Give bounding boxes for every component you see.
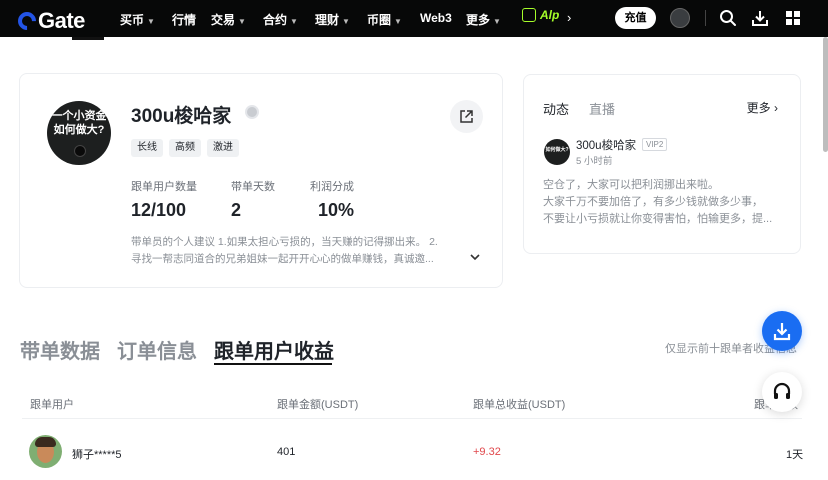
search-icon[interactable] [719,9,737,27]
nav-item-label: 交易 [211,13,236,27]
follow-profit: +9.32 [473,446,501,458]
bio-line: 寻找一帮志同道合的兄弟姐妹一起开开心心的做单赚钱，真诚邀... [131,253,434,265]
nav-item-more[interactable]: 更多 ▼ [466,11,501,28]
caret-down-icon: ▼ [394,17,402,26]
gate-logo-icon [14,8,40,34]
logo-text: Gate [38,8,85,33]
ai-label: Alp [540,8,560,22]
more-label: 更多 [746,101,771,115]
tag: 长线 [131,139,163,157]
download-icon[interactable] [751,9,769,27]
nav-item-label: 行情 [172,13,197,27]
post-content[interactable]: 空仓了，大家可以把利润挪出来啦。 大家千万不要加倍了，有多少钱就做多少事， 不要… [543,177,788,228]
grid-apps-icon[interactable] [784,9,802,27]
post-avatar-text: 如何做大? [545,147,569,153]
trader-bio: 带单员的个人建议 1.如果太担心亏损的，当天赚的记得挪出来。 2. 寻找一帮志同… [131,234,476,268]
post-line: 不要让小亏损就让你变得害怕，怕输更多，提... [543,213,773,225]
nav-item-label: 买币 [120,13,145,27]
stat-value-profit-share: 10% [318,200,355,220]
nav-item-earn[interactable]: 理财 ▼ [315,11,350,28]
nav-item-label: 币圈 [367,13,392,27]
activity-feed-card: 动态 直播 更多 › 如何做大? 300u梭哈家 VIP2 5 小时前 空仓了，… [523,74,801,254]
tag: 高频 [169,139,201,157]
tag: 激进 [207,139,239,157]
top-navigation-bar: Gate 买币 ▼ 行情 交易 ▼ 合约 ▼ 理财 ▼ 币圈 ▼ Web3 更多 ▼ Alp… [0,0,828,37]
nav-item-community[interactable]: 币圈 ▼ [367,11,402,28]
nav-item-label: Web3 [420,11,452,25]
chevron-right-icon[interactable]: › [567,10,571,25]
nav-item-trade[interactable]: 交易 ▼ [211,11,246,28]
caret-down-icon: ▼ [147,17,155,26]
active-tab-indicator [72,37,104,40]
tab-follower-earnings[interactable]: 跟单用户收益 [214,335,334,364]
follower-avatar [29,435,62,468]
user-avatar[interactable] [670,8,690,28]
medal-icon [245,105,259,119]
scrollbar-thumb[interactable] [823,37,828,152]
nav-divider [705,10,706,26]
avatar-figure [74,145,86,157]
avatar-hair [35,437,56,447]
stat-value-days: 2 [231,200,242,220]
page-scrollbar[interactable] [822,37,828,157]
trader-avatar-text: 一个小资金 如何做大? [51,110,107,136]
nav-item-label: 合约 [263,13,288,27]
post-timestamp: 5 小时前 [576,156,613,167]
caret-down-icon: ▼ [493,17,501,26]
caret-down-icon: ▼ [290,17,298,26]
nav-item-buy-crypto[interactable]: 买币 ▼ [120,11,155,28]
tab-activity[interactable]: 动态 [543,99,569,118]
stat-label-profit-share: 利润分成 [310,181,354,193]
follow-amount: 401 [277,446,296,458]
trader-name: 300u梭哈家 [131,106,232,127]
ai-icon [522,8,536,22]
tab-trading-data[interactable]: 带单数据 [20,335,100,364]
active-tab-underline [214,363,332,365]
nav-item-markets[interactable]: 行情 [172,11,196,28]
gate-logo[interactable]: Gate [14,8,85,34]
external-link-icon [460,110,473,123]
trader-avatar: 一个小资金 如何做大? [47,101,111,165]
column-header-user: 跟单用户 [30,399,74,411]
follower-name: 狮子*****5 [72,449,122,461]
headset-icon [773,382,791,399]
column-header-amount: 跟单金额(USDT) [277,399,359,411]
post-author-name[interactable]: 300u梭哈家 [576,137,636,153]
nav-item-label: 理财 [315,13,340,27]
caret-down-icon: ▼ [238,17,246,26]
column-header-profit: 跟单总收益(USDT) [473,399,566,411]
more-link[interactable]: 更多 › [747,99,778,116]
stat-value-followers: 12/100 [131,200,187,220]
ai-feature-link[interactable]: Alp [522,8,559,22]
customer-support-button[interactable] [762,372,802,412]
caret-down-icon: ▼ [342,17,350,26]
follow-days: 1天 [786,449,804,461]
share-button[interactable] [450,100,483,133]
chevron-right-icon: › [774,101,778,115]
post-author-avatar[interactable]: 如何做大? [544,139,570,165]
bio-line: 带单员的个人建议 1.如果太担心亏损的，当天赚的记得挪出来。 2. [131,236,438,248]
vip-badge: VIP2 [642,138,668,151]
floating-download-button[interactable] [762,311,802,351]
download-icon [773,323,791,341]
nav-item-futures[interactable]: 合约 ▼ [263,11,298,28]
trader-profile-card: 一个小资金 如何做大? 300u梭哈家 长线 高频 激进 跟单用户数量 12/1… [19,73,503,288]
chevron-down-icon[interactable] [469,251,481,263]
post-line: 大家千万不要加倍了，有多少钱就做多少事， [543,196,763,208]
trader-tags: 长线 高频 激进 [131,139,239,157]
post-line: 空仓了，大家可以把利润挪出来啦。 [543,179,719,191]
deposit-button[interactable]: 充值 [615,7,656,29]
stat-label-days: 带单天数 [231,181,275,193]
nav-item-label: 更多 [466,13,491,27]
tab-live[interactable]: 直播 [589,99,615,118]
table-divider [22,418,802,419]
nav-item-web3[interactable]: Web3 [420,11,452,25]
tab-order-info[interactable]: 订单信息 [117,335,197,364]
stat-label-followers: 跟单用户数量 [131,181,197,193]
